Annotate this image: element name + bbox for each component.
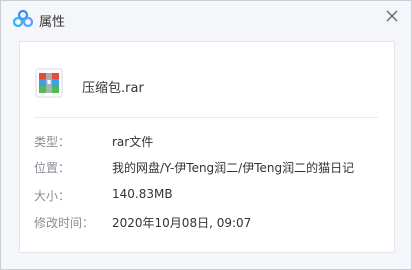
property-value: rar文件 (112, 135, 154, 149)
close-button[interactable] (383, 7, 401, 25)
property-value: 2020年10月08日, 09:07 (112, 216, 252, 230)
cloud-drive-logo-icon (12, 9, 34, 28)
divider (34, 117, 378, 118)
title-bar: 属性 (1, 1, 411, 37)
property-label: 类型： (34, 135, 71, 149)
property-label: 修改时间： (34, 216, 95, 230)
properties-dialog: 属性 压缩包.rar 类型： rar文件 位置： 我的网盘/Y-伊Teng润二/… (0, 0, 412, 270)
dialog-title: 属性 (39, 15, 66, 30)
property-label: 位置： (34, 161, 71, 175)
file-name: 压缩包.rar (82, 81, 144, 96)
property-label: 大小： (34, 189, 71, 203)
property-value: 我的网盘/Y-伊Teng润二/伊Teng润二的猫日记 (112, 161, 355, 175)
property-value: 140.83MB (112, 187, 173, 201)
close-icon (386, 10, 398, 22)
rar-archive-icon (34, 68, 64, 98)
properties-panel: 压缩包.rar 类型： rar文件 位置： 我的网盘/Y-伊Teng润二/伊Te… (19, 41, 395, 253)
